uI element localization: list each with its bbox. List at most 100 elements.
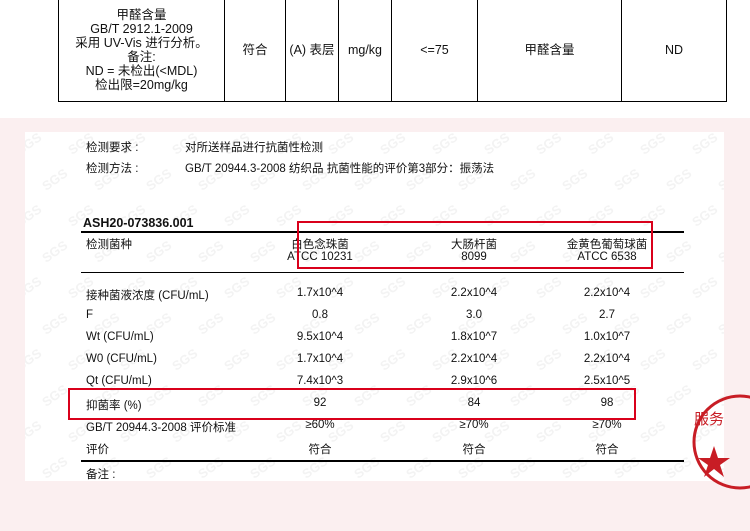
- row-label: Qt (CFU/mL): [86, 375, 152, 387]
- watermark-mark: SGS: [39, 309, 71, 338]
- row-value: ≥70%: [459, 419, 489, 431]
- service-seal: 服务: [692, 394, 750, 490]
- row-value: 1.0x10^7: [583, 331, 631, 343]
- row-value: 符合: [308, 444, 332, 456]
- bacteria-highlight-box: [297, 221, 653, 269]
- header-label: 检测菌种: [86, 239, 132, 251]
- test-item-line: ND = 未检出(<MDL): [85, 64, 198, 78]
- watermark-mark: SGS: [429, 132, 461, 158]
- seal-star-icon: [698, 446, 730, 477]
- watermark-mark: SGS: [611, 165, 643, 194]
- top-document: 甲醛含量 GB/T 2912.1-2009 采用 UV-Vis 进行分析。 备注…: [0, 0, 750, 118]
- method-value: GB/T 20944.3-2008 纺织品 抗菌性能的评价第3部分：振荡法: [185, 163, 495, 175]
- watermark-mark: SGS: [663, 309, 695, 338]
- watermark-mark: SGS: [585, 132, 617, 158]
- unit-cell: mg/kg: [338, 0, 392, 102]
- watermark-mark: SGS: [377, 417, 409, 446]
- watermark-mark: SGS: [25, 132, 45, 158]
- sample-id: ASH20-073836.001: [83, 216, 194, 230]
- requirement-label: 检测要求 :: [86, 142, 139, 154]
- row-value: 1.7x10^4: [296, 353, 344, 365]
- parameter-cell: 甲醛含量: [477, 0, 622, 102]
- row-value: 2.9x10^6: [450, 375, 498, 387]
- watermark-mark: SGS: [533, 132, 565, 158]
- watermark-mark: SGS: [715, 165, 724, 194]
- watermark-mark: SGS: [689, 273, 721, 302]
- row-label: W0 (CFU/mL): [86, 353, 157, 365]
- watermark-mark: SGS: [25, 345, 45, 374]
- watermark-mark: SGS: [611, 453, 643, 481]
- watermark-mark: SGS: [195, 453, 227, 481]
- row-value: 符合: [462, 444, 486, 456]
- watermark-mark: SGS: [39, 453, 71, 481]
- formaldehyde-table: 甲醛含量 GB/T 2912.1-2009 采用 UV-Vis 进行分析。 备注…: [58, 0, 727, 102]
- watermark-mark: SGS: [455, 453, 487, 481]
- watermark-mark: SGS: [559, 453, 591, 481]
- watermark-mark: SGS: [637, 132, 669, 158]
- row-label: 评价: [86, 444, 109, 456]
- watermark-mark: SGS: [221, 201, 253, 230]
- watermark-mark: SGS: [39, 381, 71, 410]
- watermark-mark: SGS: [169, 345, 201, 374]
- antibacterial-report: SGS SGS SGS SGS SGS SGS SGS SGS SGS SGS SGS SGS SGS S…: [25, 132, 724, 481]
- watermark-mark: SGS: [143, 165, 175, 194]
- test-item-line: 检出限=20mg/kg: [95, 78, 188, 92]
- watermark-mark: SGS: [715, 237, 724, 266]
- seal-text: 服务: [694, 410, 724, 428]
- test-item-cell: 甲醛含量 GB/T 2912.1-2009 采用 UV-Vis 进行分析。 备注…: [58, 0, 225, 102]
- row-value: 2.5x10^5: [583, 375, 631, 387]
- watermark-mark: SGS: [377, 345, 409, 374]
- row-label: 接种菌液浓度 (CFU/mL): [86, 290, 209, 302]
- row-label: Wt (CFU/mL): [86, 331, 154, 343]
- watermark-mark: SGS: [221, 345, 253, 374]
- watermark-mark: SGS: [689, 132, 721, 158]
- watermark-mark: SGS: [689, 345, 721, 374]
- watermark-mark: SGS: [143, 237, 175, 266]
- watermark-mark: SGS: [25, 201, 45, 230]
- watermark-mark: SGS: [507, 165, 539, 194]
- row-value: 2.2x10^4: [450, 353, 498, 365]
- row-value: 9.5x10^4: [296, 331, 344, 343]
- watermark-mark: SGS: [299, 453, 331, 481]
- watermark-mark: SGS: [143, 453, 175, 481]
- watermark-mark: SGS: [689, 201, 721, 230]
- row-value: 2.2x10^4: [583, 287, 631, 299]
- watermark-mark: SGS: [325, 132, 357, 158]
- row-value: ≥70%: [592, 419, 622, 431]
- watermark-mark: SGS: [663, 237, 695, 266]
- result-cell: ND: [621, 0, 727, 102]
- row-label: GB/T 20944.3-2008 评价标准: [86, 422, 236, 434]
- conclusion-cell: 符合: [224, 0, 286, 102]
- layer-cell: (A) 表层: [285, 0, 339, 102]
- watermark-mark: SGS: [481, 132, 513, 158]
- row-value: 2.2x10^4: [450, 287, 498, 299]
- watermark-mark: SGS: [195, 309, 227, 338]
- watermark-mark: SGS: [351, 453, 383, 481]
- watermark-mark: SGS: [559, 165, 591, 194]
- row-value: 1.8x10^7: [450, 331, 498, 343]
- test-item-line: 采用 UV-Vis 进行分析。: [75, 36, 208, 50]
- watermark-mark: SGS: [39, 165, 71, 194]
- watermark-mark: SGS: [663, 165, 695, 194]
- row-value: 2.7: [599, 309, 615, 321]
- row-value: 7.4x10^3: [296, 375, 344, 387]
- row-value: 1.7x10^4: [296, 287, 344, 299]
- test-item-line: 甲醛含量: [116, 8, 167, 22]
- method-label: 检测方法 :: [86, 163, 139, 175]
- watermark-mark: SGS: [377, 132, 409, 158]
- watermark-mark: SGS: [39, 237, 71, 266]
- row-value: 符合: [595, 444, 619, 456]
- watermark-mark: SGS: [377, 273, 409, 302]
- test-item-line: 备注:: [127, 50, 156, 64]
- row-value: 2.2x10^4: [583, 353, 631, 365]
- watermark-mark: SGS: [25, 417, 45, 446]
- row-value: ≥60%: [305, 419, 335, 431]
- watermark-mark: SGS: [507, 453, 539, 481]
- watermark-mark: SGS: [715, 309, 724, 338]
- row-value: 0.8: [312, 309, 328, 321]
- watermark-mark: SGS: [403, 453, 435, 481]
- table-row: 甲醛含量 GB/T 2912.1-2009 采用 UV-Vis 进行分析。 备注…: [58, 0, 727, 102]
- inhibition-highlight-box: [68, 388, 636, 420]
- row-value: 3.0: [466, 309, 482, 321]
- watermark-mark: SGS: [25, 273, 45, 302]
